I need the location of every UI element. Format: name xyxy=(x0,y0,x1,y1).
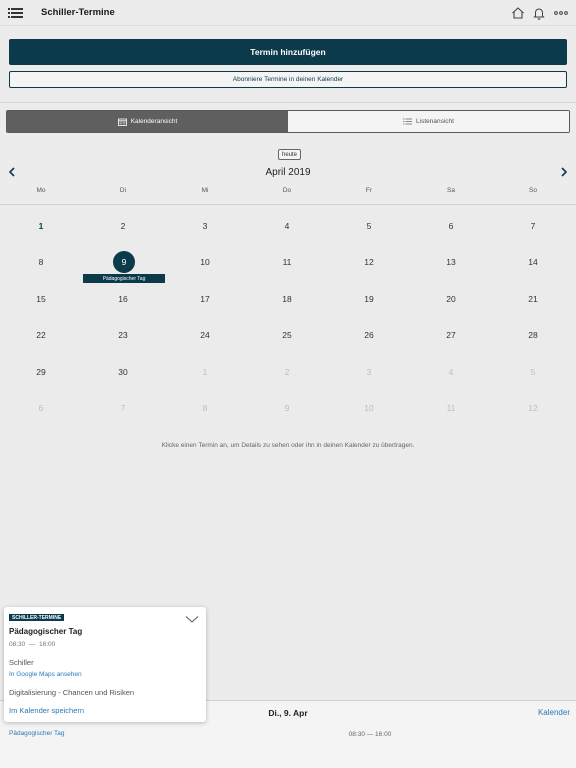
calendar-day[interactable]: 30 xyxy=(82,367,164,377)
calendar-day[interactable]: 11 xyxy=(246,257,328,267)
calendar-day[interactable]: 12 xyxy=(328,257,410,267)
calendar-day[interactable]: 2 xyxy=(82,221,164,231)
weekday-label: Mo xyxy=(36,187,46,194)
calendar-day[interactable]: 26 xyxy=(328,330,410,340)
calendar-view-label: Kalenderansicht xyxy=(130,118,178,125)
chevron-left-icon[interactable] xyxy=(6,166,18,178)
weekday-header: Mo Di Mi Do Fr Sa So xyxy=(0,187,576,199)
calendar-day[interactable]: 16 xyxy=(82,294,164,304)
calendar-day[interactable]: 28 xyxy=(492,330,574,340)
month-label: April 2019 xyxy=(265,167,311,178)
calendar-day[interactable]: 7 xyxy=(82,403,164,413)
calendar-link[interactable]: Kalender xyxy=(520,708,570,717)
selected-day[interactable]: 9 xyxy=(113,251,135,273)
calendar-day[interactable]: 1 xyxy=(0,221,82,231)
add-event-button[interactable]: Termin hinzufügen xyxy=(9,39,567,65)
weekday-label: Do xyxy=(282,187,292,194)
calendar-day[interactable]: 9 xyxy=(246,403,328,413)
calendar-day[interactable]: 10 xyxy=(164,257,246,267)
calendar-day[interactable]: 1 xyxy=(164,367,246,377)
calendar-day[interactable]: 15 xyxy=(0,294,82,304)
bell-icon[interactable] xyxy=(531,5,547,21)
calendar-badge: SCHILLER-TERMINE xyxy=(9,614,65,621)
google-maps-link[interactable]: In Google Maps ansehen xyxy=(9,671,82,678)
event-location: Schiller xyxy=(9,658,34,667)
calendar-grid: 1 2 3 4 5 6 7 8 10 11 12 13 14 15 16 17 18 19 20 21 22 23 24 25… xyxy=(0,205,576,435)
app-title: Schiller-Termine xyxy=(41,7,115,18)
weekday-label: Sa xyxy=(447,187,455,194)
day-event-time: 08:30 — 16:00 xyxy=(348,731,392,738)
calendar-day[interactable]: 10 xyxy=(328,403,410,413)
calendar-day[interactable]: 25 xyxy=(246,330,328,340)
calendar-day[interactable]: 3 xyxy=(164,221,246,231)
list-view-tab[interactable]: Listenansicht xyxy=(288,111,569,132)
calendar-day[interactable]: 14 xyxy=(492,257,574,267)
calendar-day[interactable]: 5 xyxy=(328,221,410,231)
save-to-calendar-link[interactable]: Im Kalender speichern xyxy=(9,706,84,715)
calendar-day[interactable]: 23 xyxy=(82,330,164,340)
calendar-day[interactable]: 12 xyxy=(492,403,574,413)
selected-date-label: Di., 9. Apr xyxy=(268,708,308,718)
calendar-icon xyxy=(117,118,127,126)
event-title: Pädagogischer Tag xyxy=(9,627,83,636)
divider xyxy=(0,102,576,103)
today-button[interactable]: heute xyxy=(278,149,301,160)
weekday-label: Fr xyxy=(365,187,373,194)
calendar-day[interactable]: 7 xyxy=(492,221,574,231)
calendar-day[interactable]: 4 xyxy=(246,221,328,231)
list-icon xyxy=(403,118,413,125)
calendar-day[interactable]: 8 xyxy=(164,403,246,413)
chevron-down-icon[interactable] xyxy=(185,615,199,624)
event-time: 08:30 — 16:00 xyxy=(9,641,56,648)
calendar-day[interactable]: 2 xyxy=(246,367,328,377)
calendar-day[interactable]: 8 xyxy=(0,257,82,267)
calendar-day[interactable]: 19 xyxy=(328,294,410,304)
calendar-day[interactable]: 22 xyxy=(0,330,82,340)
calendar-day[interactable]: 29 xyxy=(0,367,82,377)
chevron-right-icon[interactable] xyxy=(558,166,570,178)
view-toggle: Kalenderansicht Listenansicht xyxy=(6,110,570,133)
calendar-day[interactable]: 13 xyxy=(410,257,492,267)
calendar-day[interactable]: 27 xyxy=(410,330,492,340)
calendar-view-tab[interactable]: Kalenderansicht xyxy=(7,111,288,132)
event-chip[interactable]: Pädagogischer Tag xyxy=(83,274,165,283)
calendar-day[interactable]: 24 xyxy=(164,330,246,340)
calendar-day[interactable]: 4 xyxy=(410,367,492,377)
calendar-day[interactable]: 3 xyxy=(328,367,410,377)
list-view-label: Listenansicht xyxy=(416,118,454,125)
weekday-label: Mi xyxy=(201,187,209,194)
calendar-day[interactable]: 21 xyxy=(492,294,574,304)
hint-text: Klicke einen Termin an, um Details zu se… xyxy=(161,442,415,449)
calendar-day[interactable]: 17 xyxy=(164,294,246,304)
weekday-label: Di xyxy=(119,187,127,194)
more-icon[interactable] xyxy=(553,5,569,21)
app-header: Schiller-Termine xyxy=(0,0,576,26)
calendar-day[interactable]: 5 xyxy=(492,367,574,377)
event-popup: SCHILLER-TERMINE Pädagogischer Tag 08:30… xyxy=(4,607,206,722)
calendar-day[interactable]: 6 xyxy=(0,403,82,413)
day-event-link[interactable]: Pädagogischer Tag xyxy=(9,730,65,737)
calendar-day[interactable]: 6 xyxy=(410,221,492,231)
weekday-label: So xyxy=(529,187,537,194)
calendar-day[interactable]: 18 xyxy=(246,294,328,304)
home-icon[interactable] xyxy=(510,5,526,21)
calendar-day[interactable]: 11 xyxy=(410,403,492,413)
subscribe-calendar-button[interactable]: Abonniere Termine in deinen Kalender xyxy=(9,71,567,88)
event-description: Digitalisierung - Chancen und Risiken xyxy=(9,688,135,697)
menu-icon[interactable] xyxy=(8,8,23,18)
calendar-day[interactable]: 20 xyxy=(410,294,492,304)
